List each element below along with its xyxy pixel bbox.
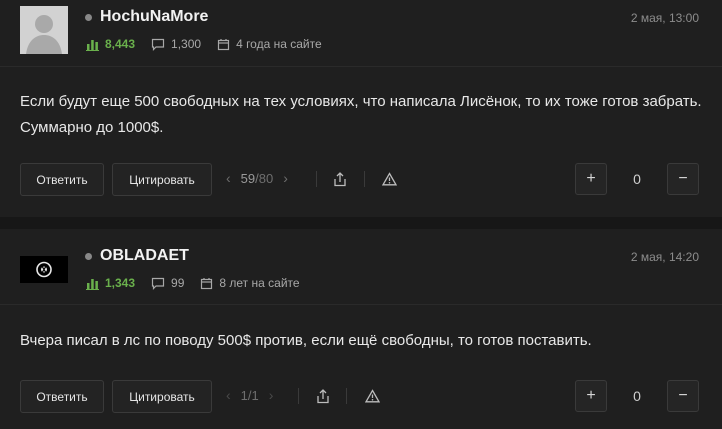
chevron-left-icon[interactable]: ‹ xyxy=(226,170,231,186)
logo-icon xyxy=(20,256,68,283)
post: OBLADAET 2 мая, 14:20 1,343 99 8 лет на … xyxy=(0,229,722,429)
bar-chart-icon xyxy=(86,39,99,51)
divider xyxy=(316,171,317,187)
messages-stat: 1,300 xyxy=(151,37,201,51)
post-header: OBLADAET 2 мая, 14:20 1,343 99 8 лет на … xyxy=(0,229,722,305)
messages-stat: 99 xyxy=(151,276,184,290)
messages-count: 99 xyxy=(171,276,185,290)
message-icon xyxy=(151,277,165,290)
username[interactable]: OBLADAET xyxy=(100,247,189,265)
status-dot xyxy=(85,14,92,21)
messages-count: 1,300 xyxy=(171,37,202,51)
minus-button[interactable]: − xyxy=(667,163,699,195)
minus-button[interactable]: − xyxy=(667,380,699,412)
reputation-stat: 1,343 xyxy=(86,276,135,290)
user-stats: 8,443 1,300 4 года на сайте xyxy=(86,37,338,51)
page-total: 80 xyxy=(258,170,274,186)
page-current: 59 xyxy=(240,170,256,186)
post-pager: ‹ 1 / 1 › xyxy=(226,387,273,403)
default-avatar-icon xyxy=(20,6,68,54)
chevron-right-icon[interactable]: › xyxy=(269,387,274,403)
reputation-stat: 8,443 xyxy=(86,37,135,51)
chevron-left-icon[interactable]: ‹ xyxy=(226,387,231,403)
plus-button[interactable]: + xyxy=(575,380,607,412)
tenure-stat: 8 лет на сайте xyxy=(200,276,300,290)
divider xyxy=(298,388,299,404)
tenure-text: 4 года на сайте xyxy=(236,37,322,51)
post-text: Если будут еще 500 свободных на тех усло… xyxy=(20,93,702,136)
post-divider xyxy=(0,217,722,229)
reply-button[interactable]: Ответить xyxy=(20,163,104,196)
avatar[interactable] xyxy=(20,256,68,283)
score: 0 xyxy=(633,171,641,187)
post-date[interactable]: 2 мая, 14:20 xyxy=(631,250,699,264)
page-total: 1 xyxy=(251,387,259,403)
post-header: HochuNaMore 2 мая, 13:00 8,443 1,300 4 г… xyxy=(0,0,722,67)
reputation-value: 8,443 xyxy=(105,37,136,51)
bar-chart-icon xyxy=(86,278,99,290)
divider xyxy=(346,388,347,404)
warning-icon[interactable] xyxy=(377,167,401,191)
message-icon xyxy=(151,38,165,51)
status-dot xyxy=(85,253,92,260)
tenure-stat: 4 года на сайте xyxy=(217,37,322,51)
calendar-icon xyxy=(201,277,213,289)
quote-button[interactable]: Цитировать xyxy=(112,380,212,413)
score: 0 xyxy=(633,388,641,404)
chevron-right-icon[interactable]: › xyxy=(283,170,288,186)
plus-button[interactable]: + xyxy=(575,163,607,195)
quote-button[interactable]: Цитировать xyxy=(112,163,212,196)
page-current: 1 xyxy=(240,387,248,403)
reply-button[interactable]: Ответить xyxy=(20,380,104,413)
tenure-text: 8 лет на сайте xyxy=(219,276,300,290)
username[interactable]: HochuNaMore xyxy=(100,8,208,26)
share-icon[interactable] xyxy=(311,384,335,408)
warning-icon[interactable] xyxy=(360,384,384,408)
post-pager: ‹ 59 / 80 › xyxy=(226,170,288,186)
reputation-value: 1,343 xyxy=(105,276,136,290)
user-stats: 1,343 99 8 лет на сайте xyxy=(86,276,316,290)
post-date[interactable]: 2 мая, 13:00 xyxy=(631,11,699,25)
share-icon[interactable] xyxy=(328,167,352,191)
post-text: Вчера писал в лс по поводу 500$ против, … xyxy=(20,332,592,349)
divider xyxy=(364,171,365,187)
calendar-icon xyxy=(217,38,230,50)
avatar[interactable] xyxy=(20,6,68,54)
post: HochuNaMore 2 мая, 13:00 8,443 1,300 4 г… xyxy=(0,0,722,217)
